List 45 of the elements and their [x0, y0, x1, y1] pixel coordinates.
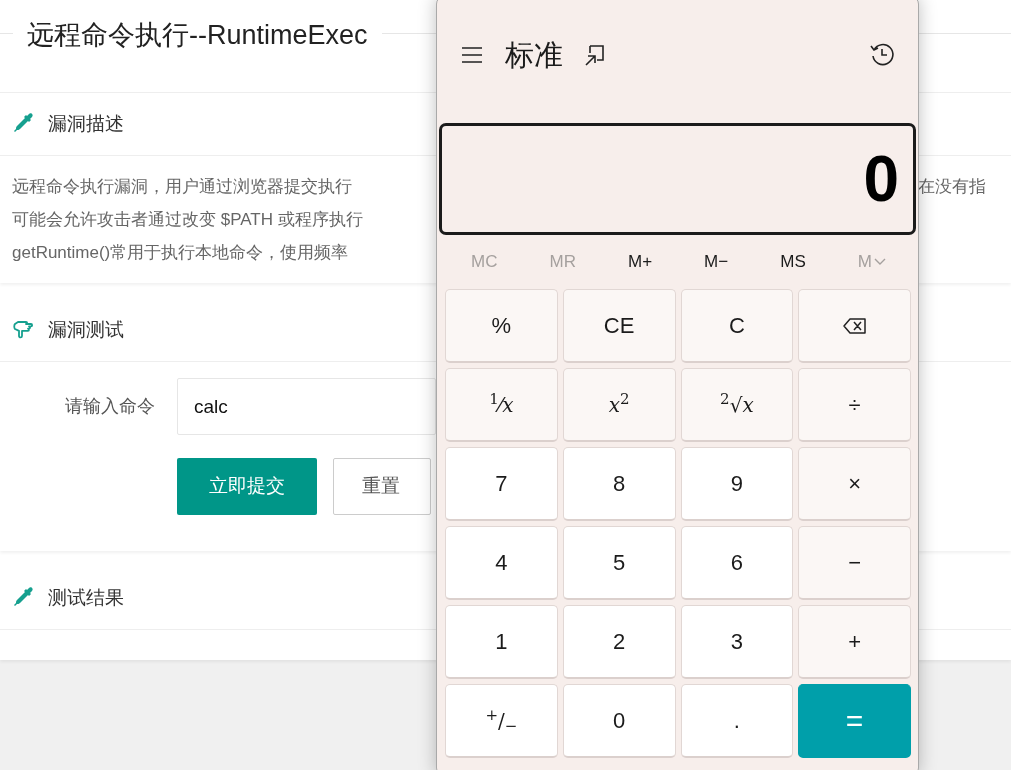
menu-icon [461, 46, 483, 64]
calculator-key[interactable]: . [680, 684, 794, 758]
calculator-key[interactable]: 0 [562, 684, 676, 758]
calculator-key[interactable]: $^{2}$√x [680, 368, 794, 442]
calculator-key[interactable]: $^{+}$/$_{−}$ [445, 684, 558, 758]
calculator-key[interactable]: + [798, 605, 911, 679]
submit-button[interactable]: 立即提交 [177, 458, 317, 515]
command-input[interactable]: calc [177, 378, 436, 435]
calculator-key[interactable]: 2 [562, 605, 676, 679]
calculator-key[interactable]: × [798, 447, 911, 521]
description-text: 远程命令执行漏洞，用户通过浏览器提交执行 [12, 176, 353, 198]
page-title: 远程命令执行--RuntimeExec [26, 19, 369, 52]
calculator-key[interactable]: % [445, 289, 558, 363]
calculator-key[interactable]: 1 [445, 605, 558, 679]
section-title: 测试结果 [48, 585, 124, 610]
description-text: 可能会允许攻击者通过改变 $PATH 或程序执行 [12, 209, 364, 231]
reset-button[interactable]: 重置 [333, 458, 431, 515]
history-icon [870, 42, 896, 68]
calculator-mode: 标准 [505, 40, 563, 70]
field-label: 请输入命令 [64, 395, 156, 418]
calculator-key[interactable]: 4 [445, 526, 558, 600]
memory-button[interactable]: MS [772, 247, 814, 277]
calculator-key[interactable]: 8 [562, 447, 676, 521]
calculator-key[interactable]: − [798, 526, 911, 600]
calculator-key[interactable]: 7 [445, 447, 558, 521]
backspace-button[interactable] [798, 289, 911, 363]
calculator-key[interactable]: 3 [680, 605, 794, 679]
section-title: 漏洞描述 [48, 111, 124, 136]
backspace-icon [843, 317, 867, 334]
description-text: getRuntime()常用于执行本地命令，使用频率 [12, 242, 350, 264]
calculator-key[interactable]: C [680, 289, 794, 363]
calculator-key[interactable]: x$^{2}$ [562, 368, 676, 442]
memory-button[interactable]: M− [696, 247, 737, 277]
chevron-down-icon [873, 258, 886, 266]
calculator-display: 0 [439, 123, 916, 235]
keep-on-top-icon [585, 44, 607, 66]
calculator-key[interactable]: 6 [680, 526, 794, 600]
memory-button[interactable]: M+ [620, 247, 661, 277]
calculator-key[interactable]: $^{1}$⁄x [445, 368, 558, 442]
section-title: 漏洞测试 [48, 317, 124, 342]
calculator-key[interactable]: 5 [562, 526, 676, 600]
description-text: 在没有指 [918, 176, 987, 198]
calculator-key[interactable]: ÷ [798, 368, 911, 442]
calculator-key[interactable]: 9 [680, 447, 794, 521]
calculator-key[interactable]: CE [562, 289, 676, 363]
